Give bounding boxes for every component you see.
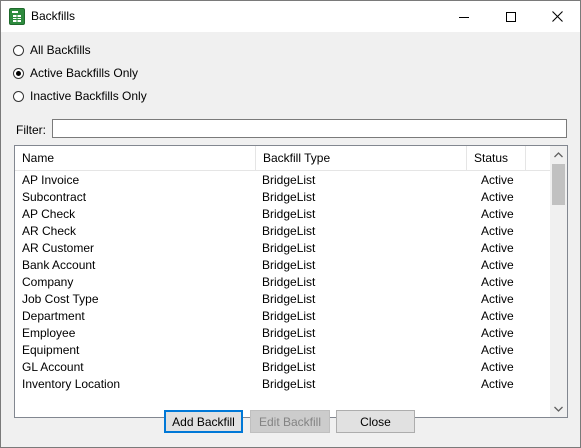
close-window-button[interactable]: [534, 1, 580, 32]
minimize-icon: [459, 16, 469, 18]
edit-backfill-button[interactable]: Edit Backfill: [250, 410, 330, 433]
backfills-list[interactable]: Name Backfill Type Status AP Invoice Brid…: [14, 145, 568, 418]
radio-circle-selected[interactable]: [13, 67, 24, 79]
cell-name: AP Invoice: [22, 173, 80, 187]
cell-status: Active: [481, 258, 514, 272]
filter-label: Filter:: [16, 123, 46, 137]
cell-status: Active: [481, 309, 514, 323]
chevron-down-icon: [554, 406, 563, 412]
cell-backfill-type: BridgeList: [262, 275, 316, 289]
cell-name: Equipment: [22, 343, 80, 357]
chevron-up-icon: [554, 151, 563, 157]
title-bar[interactable]: Backfills: [1, 1, 580, 32]
cell-name: Bank Account: [22, 258, 96, 272]
radio-all-backfills[interactable]: All Backfills: [13, 42, 91, 58]
cell-backfill-type: BridgeList: [262, 360, 316, 374]
cell-name: AR Customer: [22, 241, 95, 255]
cell-status: Active: [481, 173, 514, 187]
close-button[interactable]: Close: [336, 410, 415, 433]
cell-name: AP Check: [22, 207, 76, 221]
radio-active-label: Active Backfills Only: [30, 66, 139, 80]
cell-backfill-type: BridgeList: [262, 241, 316, 255]
radio-dot: [16, 70, 21, 76]
cell-status: Active: [481, 326, 514, 340]
cell-status: Active: [481, 207, 514, 221]
table-row[interactable]: Equipment BridgeList Active: [15, 342, 550, 359]
cell-backfill-type: BridgeList: [262, 224, 316, 238]
close-icon: [551, 11, 563, 22]
cell-backfill-type: BridgeList: [262, 377, 316, 391]
table-row[interactable]: Subcontract BridgeList Active: [15, 189, 550, 206]
table-row[interactable]: AR Customer BridgeList Active: [15, 240, 550, 257]
radio-inactive-label: Inactive Backfills Only: [30, 89, 147, 103]
cell-name: Inventory Location: [22, 377, 121, 391]
cell-backfill-type: BridgeList: [262, 173, 316, 187]
cell-backfill-type: BridgeList: [262, 258, 316, 272]
radio-active-backfills[interactable]: Active Backfills Only: [13, 65, 138, 81]
column-header-status[interactable]: Status: [467, 146, 526, 170]
add-backfill-button[interactable]: Add Backfill: [164, 410, 243, 433]
cell-backfill-type: BridgeList: [262, 343, 316, 357]
table-row[interactable]: Company BridgeList Active: [15, 274, 550, 291]
cell-status: Active: [481, 360, 514, 374]
scroll-down-button[interactable]: [550, 400, 567, 417]
maximize-button[interactable]: [488, 1, 534, 32]
list-header: Name Backfill Type Status: [15, 146, 550, 171]
cell-backfill-type: BridgeList: [262, 207, 316, 221]
radio-circle[interactable]: [13, 44, 24, 56]
cell-backfill-type: BridgeList: [262, 309, 316, 323]
cell-status: Active: [481, 241, 514, 255]
cell-name: Employee: [22, 326, 76, 340]
cell-status: Active: [481, 275, 514, 289]
cell-name: AR Check: [22, 224, 77, 238]
table-row[interactable]: Department BridgeList Active: [15, 308, 550, 325]
column-header-name[interactable]: Name: [15, 146, 256, 170]
maximize-icon: [506, 11, 516, 22]
radio-inactive-backfills[interactable]: Inactive Backfills Only: [13, 88, 147, 104]
cell-status: Active: [481, 377, 514, 391]
window-title: Backfills: [31, 9, 76, 23]
backfills-window: Backfills All Backfills Active Backfills…: [0, 0, 581, 448]
cell-backfill-type: BridgeList: [262, 190, 316, 204]
cell-backfill-type: BridgeList: [262, 292, 316, 306]
cell-name: Department: [22, 309, 85, 323]
cell-status: Active: [481, 190, 514, 204]
scrollbar-thumb[interactable]: [552, 164, 565, 205]
table-row[interactable]: Job Cost Type BridgeList Active: [15, 291, 550, 308]
cell-backfill-type: BridgeList: [262, 326, 316, 340]
table-row[interactable]: Inventory Location BridgeList Active: [15, 376, 550, 393]
radio-circle[interactable]: [13, 90, 24, 102]
cell-name: GL Account: [22, 360, 84, 374]
cell-status: Active: [481, 224, 514, 238]
table-row[interactable]: Employee BridgeList Active: [15, 325, 550, 342]
table-row[interactable]: AP Invoice BridgeList Active: [15, 172, 550, 189]
minimize-button[interactable]: [441, 1, 487, 32]
cell-status: Active: [481, 292, 514, 306]
table-row[interactable]: Bank Account BridgeList Active: [15, 257, 550, 274]
radio-all-label: All Backfills: [30, 43, 91, 57]
cell-name: Subcontract: [22, 190, 87, 204]
cell-name: Company: [22, 275, 74, 289]
table-row[interactable]: AR Check BridgeList Active: [15, 223, 550, 240]
cell-name: Job Cost Type: [22, 292, 99, 306]
table-row[interactable]: AP Check BridgeList Active: [15, 206, 550, 223]
list-rows: AP Invoice BridgeList Active Subcontract Bri…: [15, 172, 550, 393]
dialog-content: All Backfills Active Backfills Only Inac…: [1, 32, 580, 447]
spreadsheet-app-icon: [9, 8, 25, 25]
table-row[interactable]: GL Account BridgeList Active: [15, 359, 550, 376]
column-header-backfill-type[interactable]: Backfill Type: [256, 146, 467, 170]
filter-input[interactable]: [52, 119, 567, 138]
cell-status: Active: [481, 343, 514, 357]
vertical-scrollbar[interactable]: [550, 146, 567, 417]
scroll-up-button[interactable]: [550, 146, 567, 163]
